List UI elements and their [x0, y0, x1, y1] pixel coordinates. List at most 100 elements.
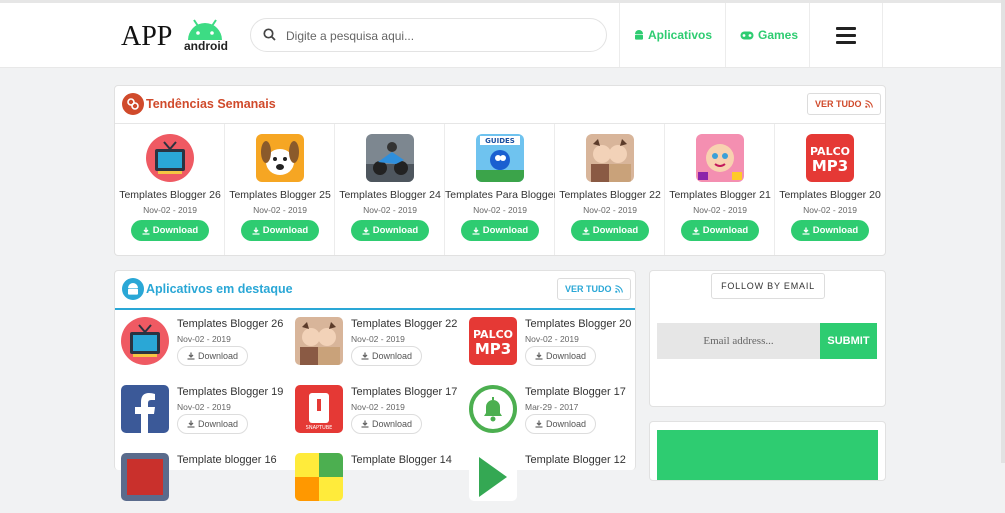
moto-racing-icon[interactable]: [366, 134, 414, 182]
trend-item-name[interactable]: Templates Blogger 25: [225, 189, 335, 201]
nav-games[interactable]: Games: [740, 3, 798, 67]
search-input[interactable]: [284, 25, 588, 47]
download-button[interactable]: Download: [791, 220, 869, 241]
ver-tudo-label: VER TUDO: [815, 99, 862, 109]
download-label: Download: [702, 225, 749, 236]
download-label: Download: [545, 351, 587, 361]
snaptube-icon[interactable]: SNAPTUBE: [295, 385, 343, 433]
menu-icon[interactable]: [836, 27, 856, 48]
download-button[interactable]: Download: [351, 346, 422, 366]
app-name[interactable]: Template blogger 16: [177, 454, 277, 466]
download-button[interactable]: Download: [177, 414, 248, 434]
dog-icon[interactable]: [256, 134, 304, 182]
nav-divider: [809, 3, 810, 67]
trend-item[interactable]: PALCO MP3 Templates Blogger 20 Nov-02 - 201…: [775, 124, 885, 255]
email-input[interactable]: [657, 323, 820, 359]
download-label: Download: [152, 225, 199, 236]
featured-app-item[interactable]: SNAPTUBE Templates Blogger 17 Nov-02 - 201…: [295, 385, 465, 445]
download-button[interactable]: Download: [525, 414, 596, 434]
app-name[interactable]: Template Blogger 14: [351, 454, 452, 466]
download-button[interactable]: Download: [351, 220, 429, 241]
trends-ver-tudo-button[interactable]: VER TUDO: [807, 93, 881, 115]
svg-text:MP3: MP3: [812, 157, 848, 175]
rss-icon: [614, 285, 623, 293]
featured-app-item[interactable]: Templates Blogger 19 Nov-02 - 2019 Downloa…: [121, 385, 291, 445]
trend-icon: [122, 93, 144, 115]
featured-app-item[interactable]: Template blogger 16: [121, 453, 291, 513]
download-icon: [535, 352, 543, 360]
download-button[interactable]: Download: [241, 220, 319, 241]
app-name[interactable]: Template Blogger 12: [525, 454, 626, 466]
trend-item-name[interactable]: Templates Blogger 22: [555, 189, 665, 201]
download-button[interactable]: Download: [681, 220, 759, 241]
trend-item-name[interactable]: Templates Blogger 26: [115, 189, 225, 201]
featured-app-item[interactable]: Templates Blogger 22 Nov-02 - 2019 Downloa…: [295, 317, 465, 377]
app-name[interactable]: Templates Blogger 17: [351, 386, 457, 398]
submit-button[interactable]: SUBMIT: [820, 323, 877, 359]
search-bar[interactable]: [250, 18, 607, 52]
app-date: Nov-02 - 2019: [351, 334, 405, 344]
download-button[interactable]: Download: [131, 220, 209, 241]
trend-item[interactable]: GUIDES Templates Para Blogger Nov-02 - 201…: [445, 124, 555, 255]
download-label: Download: [197, 419, 239, 429]
download-icon: [802, 227, 810, 235]
featured-app-item[interactable]: Template Blogger 12: [469, 453, 639, 513]
download-label: Download: [545, 419, 587, 429]
app-date: Mar-29 - 2017: [525, 402, 579, 412]
trends-header: Tendências Semanais VER TUDO: [115, 86, 885, 124]
download-button[interactable]: Download: [461, 220, 539, 241]
app-date: Nov-02 - 2019: [177, 402, 231, 412]
app-name[interactable]: Templates Blogger 20: [525, 318, 631, 330]
download-icon: [361, 352, 369, 360]
photo-filter-icon[interactable]: [586, 134, 634, 182]
trend-item[interactable]: Templates Blogger 21 Nov-02 - 2019 Downloa…: [665, 124, 775, 255]
svg-text:MP3: MP3: [475, 340, 511, 358]
download-icon: [361, 420, 369, 428]
download-button[interactable]: Download: [525, 346, 596, 366]
download-button[interactable]: Download: [351, 414, 422, 434]
download-button[interactable]: Download: [177, 346, 248, 366]
app-name[interactable]: Template Blogger 17: [525, 386, 626, 398]
trend-item-name[interactable]: Templates Blogger 24: [335, 189, 445, 201]
nav-divider: [882, 3, 883, 67]
trend-item[interactable]: Templates Blogger 25 Nov-02 - 2019 Downloa…: [225, 124, 335, 255]
sidebar-widget: [649, 421, 886, 481]
play-icon[interactable]: [469, 453, 517, 501]
tv-icon[interactable]: [121, 317, 169, 365]
palco-mp3-icon[interactable]: PALCO MP3: [806, 134, 854, 182]
trend-item-name[interactable]: Templates Para Blogger: [445, 189, 555, 201]
app-name[interactable]: Templates Blogger 26: [177, 318, 283, 330]
game-icon[interactable]: [121, 453, 169, 501]
tv-icon[interactable]: [146, 134, 194, 182]
bell-icon[interactable]: [469, 385, 517, 433]
trend-item-date: Nov-02 - 2019: [803, 205, 857, 215]
trend-item[interactable]: Templates Blogger 24 Nov-02 - 2019 Downloa…: [335, 124, 445, 255]
green-banner[interactable]: [657, 430, 878, 480]
featured-ver-tudo-button[interactable]: VER TUDO: [557, 278, 631, 300]
makeup-game-icon[interactable]: [696, 134, 744, 182]
featured-app-item[interactable]: PALCO MP3 Templates Blogger 20 Nov-02 - 201…: [469, 317, 639, 377]
ver-tudo-label: VER TUDO: [565, 284, 612, 294]
palco-mp3-icon[interactable]: PALCO MP3: [469, 317, 517, 365]
app-name[interactable]: Templates Blogger 19: [177, 386, 283, 398]
featured-app-item[interactable]: Templates Blogger 26 Nov-02 - 2019 Downloa…: [121, 317, 291, 377]
download-icon: [187, 352, 195, 360]
featured-app-item[interactable]: Template Blogger 17 Mar-29 - 2017 Download: [469, 385, 639, 445]
photo-filter-icon[interactable]: [295, 317, 343, 365]
featured-app-item[interactable]: Template Blogger 14: [295, 453, 465, 513]
scrollbar[interactable]: [1001, 0, 1005, 463]
trend-item-name[interactable]: Templates Blogger 20: [775, 189, 885, 201]
download-label: Download: [371, 351, 413, 361]
facebook-icon[interactable]: [121, 385, 169, 433]
app-date: Nov-02 - 2019: [351, 402, 405, 412]
nav-aplicativos[interactable]: Aplicativos: [634, 3, 712, 67]
download-button[interactable]: Download: [571, 220, 649, 241]
sonic-guides-icon[interactable]: GUIDES: [476, 134, 524, 182]
trend-item-date: Nov-02 - 2019: [473, 205, 527, 215]
app-date: Nov-02 - 2019: [177, 334, 231, 344]
app-name[interactable]: Templates Blogger 22: [351, 318, 457, 330]
trend-item[interactable]: Templates Blogger 22 Nov-02 - 2019 Downloa…: [555, 124, 665, 255]
trend-item[interactable]: Templates Blogger 26 Nov-02 - 2019 Downloa…: [115, 124, 225, 255]
trend-item-name[interactable]: Templates Blogger 21: [665, 189, 775, 201]
colorful-icon[interactable]: [295, 453, 343, 501]
